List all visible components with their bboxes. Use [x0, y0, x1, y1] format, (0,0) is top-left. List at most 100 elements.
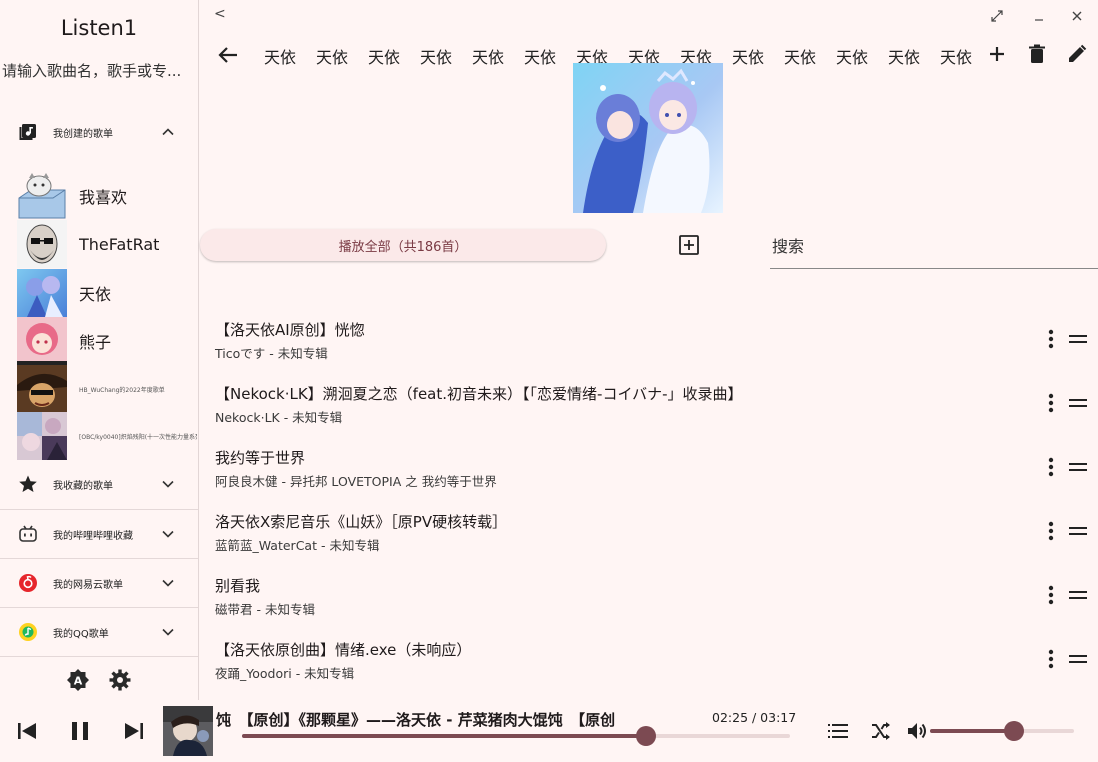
section-bilibili-favorites[interactable]: 我的哔哩哔哩收藏: [0, 510, 198, 558]
track-subtitle: 阿良良木健 - 异托邦 LOVETOPIA 之 我约等于世界: [215, 474, 497, 489]
previous-track-icon[interactable]: [17, 722, 37, 740]
section-label: 我的QQ歌单: [53, 628, 109, 640]
track-subtitle: 磁带君 - 未知专辑: [215, 602, 315, 617]
drag-handle-icon[interactable]: [1069, 333, 1087, 345]
drag-handle-icon[interactable]: [1069, 653, 1087, 665]
close-window-icon[interactable]: [1070, 9, 1084, 23]
more-vert-icon[interactable]: [1047, 329, 1055, 349]
playlist-item-favorites[interactable]: 我喜欢: [17, 172, 197, 220]
tag[interactable]: 天依: [524, 44, 576, 68]
more-vert-icon[interactable]: [1047, 393, 1055, 413]
section-created-playlists[interactable]: 我创建的歌单: [0, 108, 198, 156]
tag[interactable]: 天依: [784, 44, 836, 68]
delete-trash-icon[interactable]: [1028, 44, 1046, 64]
more-vert-icon[interactable]: [1047, 457, 1055, 477]
section-netease-playlists[interactable]: 我的网易云歌单: [0, 559, 198, 607]
netease-music-icon: [18, 573, 38, 593]
playlist-item-obc[interactable]: [OBC/ky0040]炽焰残阳(十一次性能力量系列): [17, 412, 197, 460]
shuffle-icon[interactable]: [871, 722, 891, 740]
tag[interactable]: 天依: [368, 44, 420, 68]
playlist-search-input[interactable]: [770, 236, 1094, 257]
playlist-queue-icon[interactable]: [828, 723, 848, 739]
section-label: 我创建的歌单: [53, 128, 113, 140]
track-row[interactable]: 【洛天依AI原创】恍惚 Ticoです - 未知专辑: [199, 317, 1098, 381]
track-row[interactable]: 别看我 磁带君 - 未知专辑: [199, 573, 1098, 637]
track-subtitle: 夜踊_Yoodori - 未知专辑: [215, 666, 355, 681]
theme-icon[interactable]: A: [66, 668, 90, 692]
settings-gear-icon[interactable]: [108, 668, 132, 692]
section-label: 我的网易云歌单: [53, 579, 123, 591]
sidebar: Listen1 请输入歌曲名，歌手或专... 我创建的歌单 我喜欢 TheFat…: [0, 0, 199, 700]
progress-bar[interactable]: [242, 726, 790, 746]
tag[interactable]: 天依: [940, 44, 992, 68]
track-row[interactable]: 洛天依X索尼音乐《山妖》［原PV硬核转载］ 蓝箭蓝_WaterCat - 未知专…: [199, 509, 1098, 573]
section-favorited-playlists[interactable]: 我收藏的歌单: [0, 460, 198, 508]
qq-music-icon: [18, 622, 38, 642]
track-title: 【Nekock·LK】溯洄夏之恋（feat.初音未来）【「恋爱情绪-コイバナ-」…: [215, 385, 743, 403]
chevron-up-icon[interactable]: [160, 124, 176, 140]
section-label: 我的哔哩哔哩收藏: [53, 530, 133, 542]
minimize-window-icon[interactable]: [1032, 9, 1046, 23]
track-row[interactable]: 【Nekock·LK】溯洄夏之恋（feat.初音未来）【「恋爱情绪-コイバナ-」…: [199, 381, 1098, 445]
app-title: Listen1: [60, 16, 138, 40]
back-arrow-icon[interactable]: [217, 44, 239, 66]
track-title: 我约等于世界: [215, 449, 306, 467]
song-search-input[interactable]: 请输入歌曲名，歌手或专...: [2, 60, 198, 81]
playlist-name: 我喜欢: [79, 188, 128, 207]
bilibili-icon: [18, 524, 38, 544]
now-playing-cover[interactable]: [163, 706, 213, 756]
play-all-button[interactable]: 播放全部（共186首）: [200, 229, 606, 261]
tag[interactable]: 天依: [420, 44, 472, 68]
music-library-icon: [18, 122, 38, 142]
nav-back-chevron[interactable]: <: [214, 6, 226, 22]
playlist-item-thefatrat[interactable]: TheFatRat: [17, 220, 197, 268]
tag[interactable]: 天依: [472, 44, 524, 68]
progress-handle[interactable]: [635, 726, 656, 746]
tag[interactable]: 天依: [316, 44, 368, 68]
playlist-name: TheFatRat: [79, 234, 160, 254]
drag-handle-icon[interactable]: [1069, 461, 1087, 473]
divider: [0, 656, 198, 657]
tag[interactable]: 天依: [264, 44, 316, 68]
volume-handle[interactable]: [1003, 721, 1024, 741]
next-track-icon[interactable]: [124, 722, 144, 740]
more-vert-icon[interactable]: [1047, 585, 1055, 605]
tag[interactable]: 天依: [888, 44, 940, 68]
drag-handle-icon[interactable]: [1069, 397, 1087, 409]
playlist-name: HB_WuChang的2022年度歌单: [79, 386, 165, 394]
section-label: 我收藏的歌单: [53, 480, 113, 492]
chevron-down-icon[interactable]: [160, 575, 176, 591]
track-row[interactable]: 【洛天依原创曲】情绪.exe（未响应） 夜踊_Yoodori - 未知专辑: [199, 637, 1098, 701]
star-icon: [18, 474, 38, 494]
track-row[interactable]: 我约等于世界 阿良良木健 - 异托邦 LOVETOPIA 之 我约等于世界: [199, 445, 1098, 509]
tag[interactable]: 天依: [732, 44, 784, 68]
playlist-item-hb-wuchang[interactable]: HB_WuChang的2022年度歌单: [17, 365, 197, 413]
add-icon[interactable]: [988, 45, 1006, 63]
chevron-down-icon[interactable]: [160, 526, 176, 542]
chevron-down-icon[interactable]: [160, 476, 176, 492]
playlist-thumbnail: [17, 220, 67, 268]
drag-handle-icon[interactable]: [1069, 589, 1087, 601]
playlist-item-tianyi[interactable]: 天依: [17, 269, 197, 317]
sidebar-bottom-actions: A: [0, 668, 198, 692]
volume-slider[interactable]: [930, 721, 1074, 741]
add-to-queue-icon[interactable]: [678, 234, 700, 256]
playlist-search-field[interactable]: [770, 226, 1098, 269]
volume-icon[interactable]: [907, 721, 929, 741]
more-vert-icon[interactable]: [1047, 649, 1055, 669]
volume-fill: [930, 729, 1014, 733]
more-vert-icon[interactable]: [1047, 521, 1055, 541]
playlist-thumbnail: [17, 269, 67, 317]
section-qq-playlists[interactable]: 我的QQ歌单: [0, 608, 198, 656]
restore-window-icon[interactable]: [990, 9, 1004, 23]
playlist-thumbnail: [17, 317, 67, 365]
track-subtitle: 蓝箭蓝_WaterCat - 未知专辑: [215, 538, 380, 553]
pause-icon[interactable]: [70, 721, 90, 741]
tag[interactable]: 天依: [836, 44, 888, 68]
drag-handle-icon[interactable]: [1069, 525, 1087, 537]
playback-time: 02:25 / 03:17: [712, 710, 797, 725]
edit-pencil-icon[interactable]: [1067, 44, 1087, 64]
chevron-down-icon[interactable]: [160, 624, 176, 640]
playlist-item-xiongzi[interactable]: 熊子: [17, 317, 197, 365]
playlist-thumbnail: [17, 172, 67, 220]
